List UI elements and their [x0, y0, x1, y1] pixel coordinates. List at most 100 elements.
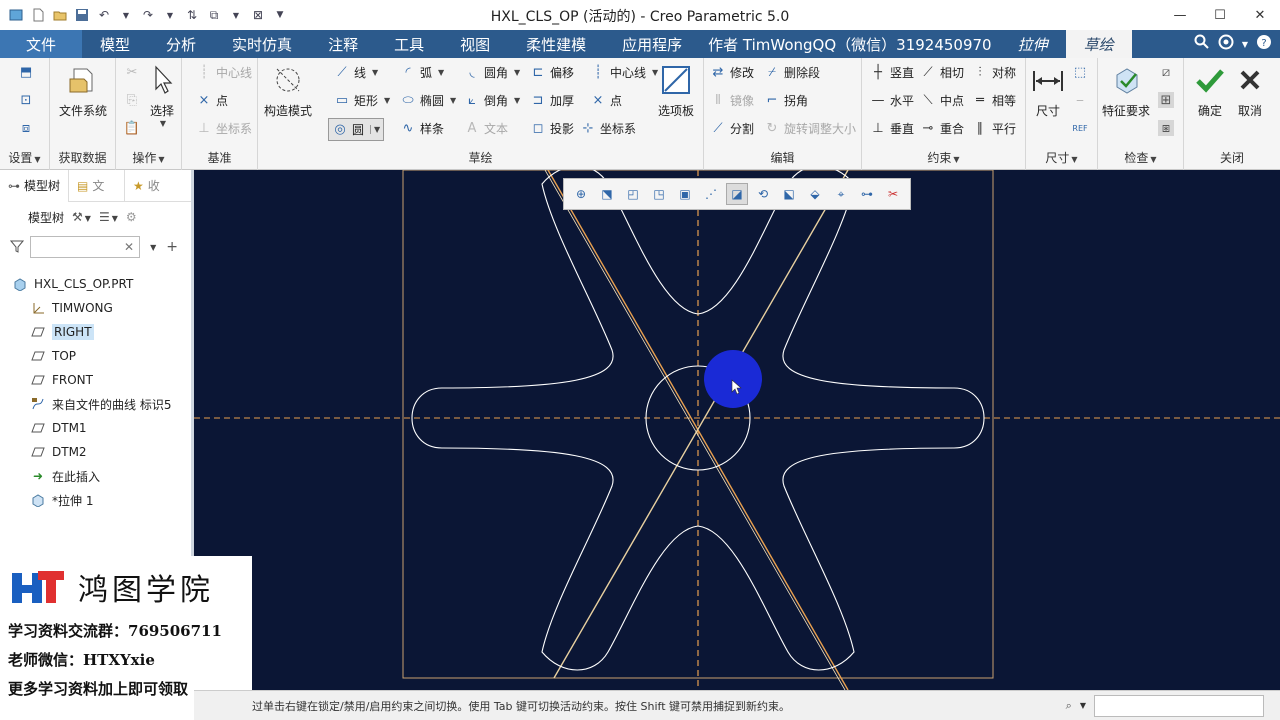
- ellipse-button[interactable]: ⬭ 椭圆 ▼: [400, 92, 456, 109]
- add-filter-icon[interactable]: +: [166, 239, 178, 255]
- overlapping-geometry-icon[interactable]: ⧄: [1158, 64, 1174, 80]
- zoom-out-icon[interactable]: ◰: [622, 183, 644, 205]
- sketch-view-toggle-icon[interactable]: ◪: [726, 183, 748, 205]
- zoom-in-icon[interactable]: ⬔: [596, 183, 618, 205]
- tree-item-right[interactable]: RIGHT: [0, 320, 191, 344]
- spline-button[interactable]: ∿ 样条: [400, 120, 444, 137]
- perpendicular-constraint-button[interactable]: ⊥ 垂直: [870, 120, 914, 137]
- windows-icon[interactable]: ⧉: [206, 7, 222, 23]
- new-icon[interactable]: [30, 7, 46, 23]
- ok-button[interactable]: 确定: [1194, 64, 1226, 119]
- rectangle-button[interactable]: ▭ 矩形 ▼: [334, 92, 390, 109]
- show-icon[interactable]: ☰ ▼: [99, 210, 118, 224]
- tab-file[interactable]: 文件: [0, 30, 83, 58]
- select-button[interactable]: 选择 ▼: [146, 64, 178, 128]
- select-dropdown-icon[interactable]: ▼: [160, 119, 166, 128]
- tab-flexible-modeling[interactable]: 柔性建模: [508, 30, 604, 58]
- tree-item-insert-here[interactable]: ➜ 在此插入: [0, 464, 191, 488]
- tab-live-simulation[interactable]: 实时仿真: [214, 30, 310, 58]
- tree-item-dtm1[interactable]: DTM1: [0, 416, 191, 440]
- filter-tree-icon[interactable]: ⚙: [126, 210, 137, 224]
- equal-constraint-button[interactable]: ═ 相等: [972, 92, 1016, 109]
- project-button[interactable]: ◻ 投影: [530, 120, 574, 137]
- tab-tools[interactable]: 工具: [376, 30, 442, 58]
- arc-button[interactable]: ◜ 弧 ▼: [400, 64, 444, 81]
- minimize-button[interactable]: —: [1160, 0, 1200, 30]
- tree-item-curve[interactable]: 来自文件的曲线 标识5: [0, 392, 191, 416]
- close-window-icon[interactable]: ⊠: [250, 7, 266, 23]
- maximize-button[interactable]: ☐: [1200, 0, 1240, 30]
- reference-dimension-icon[interactable]: REF: [1072, 120, 1088, 136]
- customize-toolbar-icon[interactable]: ▼: [272, 7, 288, 23]
- open-icon[interactable]: [52, 7, 68, 23]
- tab-model[interactable]: 模型: [82, 30, 148, 58]
- circle-button[interactable]: ◎ 圆 ▼: [328, 118, 385, 141]
- sketch-point-button[interactable]: × 点: [590, 92, 622, 109]
- windows-dropdown-icon[interactable]: ▼: [228, 7, 244, 23]
- tab-applications[interactable]: 应用程序: [604, 30, 700, 58]
- chamfer-button[interactable]: ⟀ 倒角 ▼: [464, 92, 520, 109]
- feature-requirements-button[interactable]: 特征要求: [1102, 64, 1150, 119]
- shade-closed-loops-icon[interactable]: ⧆: [1158, 120, 1174, 136]
- file-system-button[interactable]: 文件系统: [59, 64, 107, 119]
- sketch-setup-icon[interactable]: ⬒: [18, 64, 34, 80]
- tree-item-top[interactable]: TOP: [0, 344, 191, 368]
- mirror-button[interactable]: ⫴ 镜像: [710, 92, 754, 109]
- line-button[interactable]: ⟋ 线 ▼: [334, 64, 378, 81]
- tab-extrude[interactable]: 拉伸: [999, 30, 1066, 58]
- undo-dropdown-icon[interactable]: ▼: [118, 7, 134, 23]
- construction-mode-button[interactable]: 构造模式: [264, 64, 312, 119]
- parallel-constraint-button[interactable]: ∥ 平行: [972, 120, 1016, 137]
- tab-analysis[interactable]: 分析: [148, 30, 214, 58]
- graphics-canvas[interactable]: [194, 170, 1280, 690]
- view-manager-icon[interactable]: ⟲: [752, 183, 774, 205]
- datum-centerline-button[interactable]: ┊ 中心线: [196, 64, 252, 81]
- redo-icon[interactable]: ↷: [140, 7, 156, 23]
- tree-item-dtm2[interactable]: DTM2: [0, 440, 191, 464]
- community-icon[interactable]: [1218, 34, 1234, 54]
- redo-dropdown-icon[interactable]: ▼: [162, 7, 178, 23]
- palette-button[interactable]: 选项板: [658, 64, 694, 119]
- highlight-open-ends-icon[interactable]: ⊞: [1158, 92, 1174, 108]
- tab-annotate[interactable]: 注释: [310, 30, 376, 58]
- paste-icon[interactable]: 📋: [124, 120, 140, 136]
- display-style-icon[interactable]: ⋰: [700, 183, 722, 205]
- dimension-display-icon[interactable]: ✂: [882, 183, 904, 205]
- datum-csys-button[interactable]: ⊥ 坐标系: [196, 120, 252, 137]
- search-dropdown-icon[interactable]: ▼: [150, 243, 156, 252]
- datum-point-button[interactable]: × 点: [196, 92, 228, 109]
- save-icon[interactable]: [74, 7, 90, 23]
- annotation-display-icon[interactable]: ⬙: [804, 183, 826, 205]
- refit-icon[interactable]: ⊕: [570, 183, 592, 205]
- sketch-csys-button[interactable]: ⊹ 坐标系: [580, 120, 636, 137]
- find-dropdown-icon[interactable]: ▼: [1080, 701, 1086, 710]
- cancel-button[interactable]: 取消: [1234, 64, 1266, 119]
- tab-view[interactable]: 视图: [442, 30, 508, 58]
- group-operations-label[interactable]: 操作 ▼: [116, 149, 181, 166]
- divide-button[interactable]: ⟋ 分割: [710, 120, 754, 137]
- sketch-view-icon[interactable]: ⧈: [18, 120, 34, 136]
- saved-views-icon[interactable]: ▣: [674, 183, 696, 205]
- tab-folder-browser[interactable]: ▤ 文: [69, 169, 126, 202]
- horizontal-constraint-button[interactable]: — 水平: [870, 92, 915, 109]
- selection-filter-select[interactable]: [1094, 694, 1264, 717]
- fillet-button[interactable]: ◟ 圆角 ▼: [464, 64, 520, 81]
- cut-icon[interactable]: ✂: [124, 64, 140, 80]
- vertical-constraint-button[interactable]: ┼ 竖直: [870, 64, 914, 81]
- corner-button[interactable]: ⌐ 拐角: [764, 92, 808, 109]
- reference-icon[interactable]: ⊡: [18, 92, 34, 108]
- tab-sketch[interactable]: 草绘: [1065, 30, 1132, 58]
- modify-button[interactable]: ⇄ 修改: [710, 64, 754, 81]
- offset-button[interactable]: ⊏ 偏移: [530, 64, 574, 81]
- copy-icon[interactable]: ⎘: [124, 92, 140, 108]
- tab-favorites[interactable]: ★ 收: [125, 170, 181, 202]
- spin-center-icon[interactable]: ⌖: [830, 183, 852, 205]
- close-button[interactable]: ✕: [1240, 0, 1280, 30]
- app-icon[interactable]: [8, 7, 24, 23]
- delete-segment-button[interactable]: ⌿ 删除段: [764, 64, 820, 81]
- group-dimension-label[interactable]: 尺寸 ▼: [1026, 149, 1097, 166]
- sketcher-display-icon[interactable]: ⊶: [856, 183, 878, 205]
- tree-item-extrude[interactable]: *拉伸 1: [0, 488, 191, 512]
- datum-display-icon[interactable]: ⬕: [778, 183, 800, 205]
- baseline-icon[interactable]: ⎯: [1072, 92, 1088, 108]
